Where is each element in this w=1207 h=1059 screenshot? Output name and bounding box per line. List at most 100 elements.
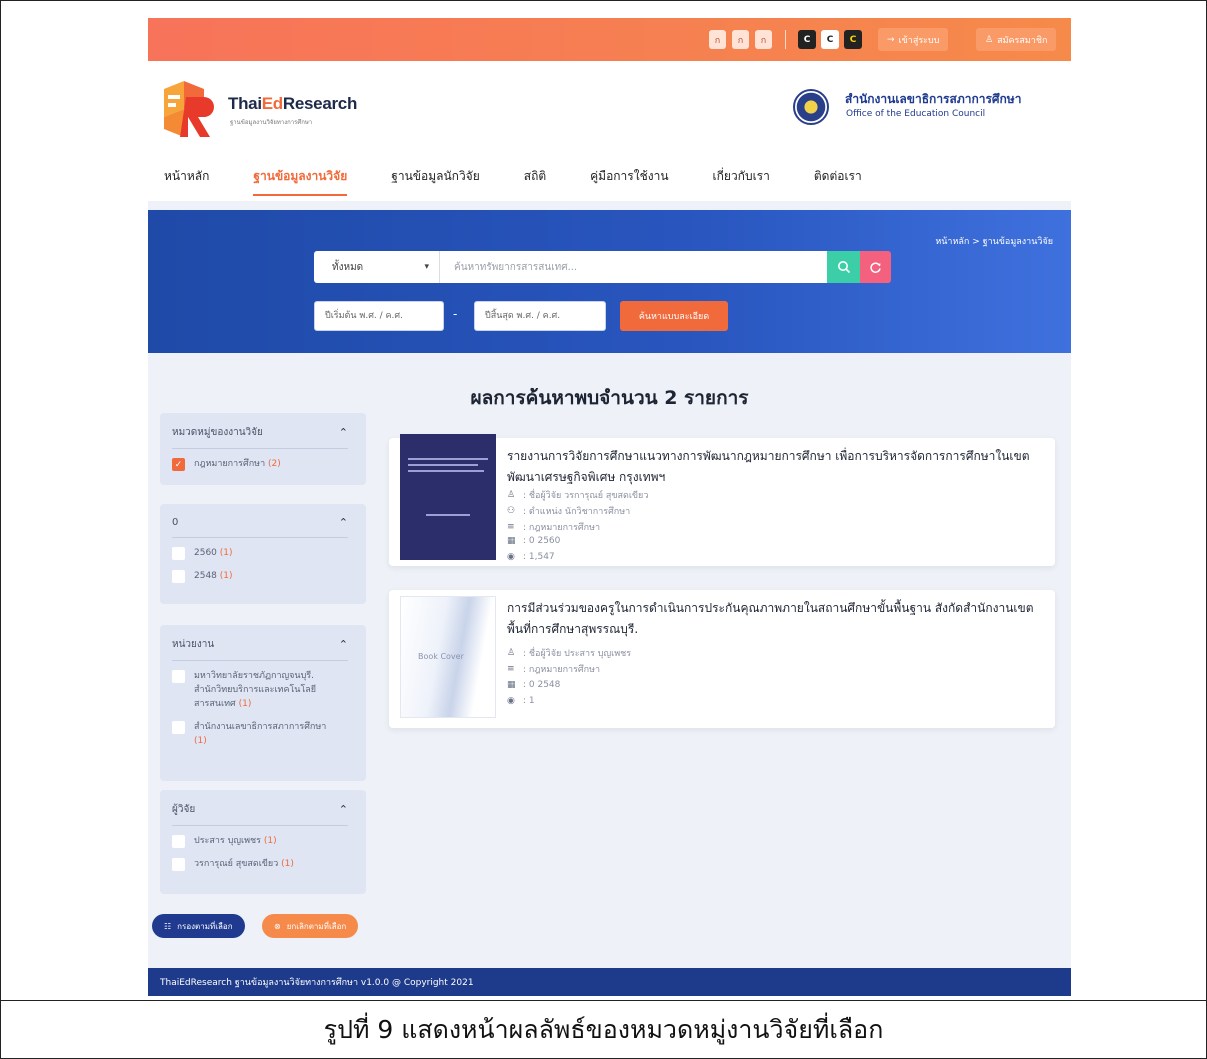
filter-option[interactable]: ประสาร บุญเพชร (1) xyxy=(172,834,354,848)
chevron-up-icon: ⌃ xyxy=(338,426,348,439)
year-start-input[interactable] xyxy=(314,301,444,331)
filter-option-label: กฎหมายการศึกษา (2) xyxy=(194,459,281,469)
category-select[interactable]: ทั้งหมด ▾ xyxy=(314,251,440,283)
cover-line xyxy=(426,514,470,516)
breadcrumb[interactable]: หน้าหลัก > ฐานข้อมูลงานวิจัย xyxy=(935,234,1053,248)
list-icon: ≡ xyxy=(507,664,515,674)
result-card[interactable]: Book Cover การมีส่วนร่วมของครูในการดำเนิ… xyxy=(389,590,1055,728)
clear-icon: ⊗ xyxy=(274,921,281,931)
checkbox[interactable] xyxy=(172,670,185,683)
nav-researcher-database[interactable]: ฐานข้อมูลนักวิจัย xyxy=(391,163,480,196)
filter-option-label: สำนักงานเลขาธิการสภาการศึกษา (1) xyxy=(194,722,327,746)
logo-ed: Ed xyxy=(261,94,283,113)
top-bar: ก ก ก C C C → เข้าสู่ระบบ ♙ สมัครสมาชิก xyxy=(148,18,1071,61)
advanced-search-button[interactable]: ค้นหาแบบละเอียด xyxy=(620,301,728,331)
filter-option-label: มหาวิทยาลัยราชภัฏกาญจนบุรี. สำนักวิทยบริ… xyxy=(194,671,317,709)
filter-option[interactable]: 2560 (1) xyxy=(172,546,354,560)
checkbox[interactable] xyxy=(172,858,185,871)
nav-home[interactable]: หน้าหลัก xyxy=(164,163,209,196)
filter-panel-year: 0 ⌃ 2560 (1) 2548 (1) xyxy=(160,504,366,604)
reset-button[interactable] xyxy=(860,251,891,283)
login-icon: → xyxy=(887,34,895,45)
user-icon: ♙ xyxy=(985,34,994,45)
search-hero: หน้าหลัก > ฐานข้อมูลงานวิจัย ทั้งหมด ▾ -… xyxy=(148,210,1071,353)
filter-header-year[interactable]: 0 ⌃ xyxy=(172,516,348,538)
contrast-dark-button[interactable]: C xyxy=(798,30,816,49)
eye-icon: ◉ xyxy=(507,552,515,562)
filter-option[interactable]: 2548 (1) xyxy=(172,569,354,583)
filter-header-researcher[interactable]: ผู้วิจัย ⌃ xyxy=(172,802,348,826)
logo-suffix: Research xyxy=(282,94,358,113)
book-cover-image[interactable] xyxy=(400,434,496,560)
result-card[interactable]: รายงานการวิจัยการศึกษาแนวทางการพัฒนากฎหม… xyxy=(389,434,1055,566)
book-cover-image[interactable]: Book Cover xyxy=(400,596,496,718)
font-size-large-button[interactable]: ก xyxy=(755,30,772,49)
year-range-dash: - xyxy=(453,307,458,321)
nav-statistics[interactable]: สถิติ xyxy=(524,163,546,196)
user-icon: ♙ xyxy=(507,648,516,658)
login-button[interactable]: → เข้าสู่ระบบ xyxy=(878,28,949,51)
site-logo-text[interactable]: ThaiEdResearch xyxy=(228,94,357,114)
nav-research-database[interactable]: ฐานข้อมูลงานวิจัย xyxy=(253,163,347,196)
filter-title: หมวดหมู่ของงานวิจัย xyxy=(172,427,263,438)
font-size-medium-button[interactable]: ก xyxy=(732,30,749,49)
result-year: ▦: 0 2548 xyxy=(507,680,561,690)
people-icon: ⚇ xyxy=(507,506,516,516)
filter-option-label: ประสาร บุญเพชร (1) xyxy=(194,836,277,846)
search-input[interactable] xyxy=(440,251,827,283)
checkbox-checked-icon[interactable]: ✓ xyxy=(172,458,185,471)
clear-filter-button[interactable]: ⊗ ยกเลิกตามที่เลือก xyxy=(262,914,359,938)
cover-line xyxy=(408,464,478,466)
book-cover-label: Book Cover xyxy=(418,652,464,661)
filter-option[interactable]: ✓ กฎหมายการศึกษา (2) xyxy=(172,457,354,471)
calendar-icon: ▦ xyxy=(507,536,516,546)
search-icon xyxy=(837,261,850,274)
result-position: ⚇: ตำแหน่ง นักวิชาการศึกษา xyxy=(507,506,631,517)
contrast-yellow-button[interactable]: C xyxy=(844,30,862,49)
logo-subtitle: ฐานข้อมูลงานวิจัยทางการศึกษา xyxy=(230,119,313,126)
figure-caption: รูปที่ 9 แสดงหน้าผลลัพธ์ของหมวดหมู่งานวิ… xyxy=(323,1015,884,1044)
chevron-down-icon: ▾ xyxy=(424,262,429,272)
cover-line xyxy=(408,458,488,460)
login-label: เข้าสู่ระบบ xyxy=(898,35,940,46)
filter-option[interactable]: วรการุณย์ สุขสดเขียว (1) xyxy=(172,857,354,871)
nav-about[interactable]: เกี่ยวกับเรา xyxy=(713,163,770,196)
cover-line xyxy=(408,470,484,472)
register-button[interactable]: ♙ สมัครสมาชิก xyxy=(976,28,1057,51)
council-name-thai: สำนักงานเลขาธิการสภาการศึกษา xyxy=(845,92,1022,106)
result-category: ≡: กฎหมายการศึกษา xyxy=(507,522,601,533)
apply-filter-button[interactable]: ☷ กรองตามที่เลือก xyxy=(152,914,245,938)
result-year: ▦: 0 2560 xyxy=(507,536,561,546)
checkbox[interactable] xyxy=(172,570,185,583)
list-icon: ≡ xyxy=(507,522,515,532)
main-nav: หน้าหลัก ฐานข้อมูลงานวิจัย ฐานข้อมูลนักว… xyxy=(164,163,906,196)
filter-title: ผู้วิจัย xyxy=(172,804,196,815)
contrast-light-button[interactable]: C xyxy=(821,30,839,49)
result-researcher: ♙: ชื่อผู้วิจัย วรการุณย์ สุขสดเขียว xyxy=(507,490,649,501)
result-title[interactable]: รายงานการวิจัยการศึกษาแนวทางการพัฒนากฎหม… xyxy=(507,446,1045,488)
topbar-separator xyxy=(785,30,786,49)
nav-manual[interactable]: คู่มือการใช้งาน xyxy=(590,163,668,196)
year-end-input[interactable] xyxy=(474,301,606,331)
filter-header-agency[interactable]: หน่วยงาน ⌃ xyxy=(172,637,348,661)
search-button[interactable] xyxy=(827,251,860,283)
eye-icon: ◉ xyxy=(507,696,515,706)
checkbox[interactable] xyxy=(172,721,185,734)
filter-option[interactable]: สำนักงานเลขาธิการสภาการศึกษา (1) xyxy=(172,720,354,748)
results-count-title: ผลการค้นหาพบจำนวน 2 รายการ xyxy=(470,387,749,409)
nav-contact[interactable]: ติดต่อเรา xyxy=(814,163,862,196)
chevron-up-icon: ⌃ xyxy=(338,803,348,816)
filter-header-category[interactable]: หมวดหมู่ของงานวิจัย ⌃ xyxy=(172,425,348,449)
screenshot: ก ก ก C C C → เข้าสู่ระบบ ♙ สมัครสมาชิก … xyxy=(148,18,1071,996)
font-size-small-button[interactable]: ก xyxy=(709,30,726,49)
filter-option-label: 2560 (1) xyxy=(194,548,233,558)
filter-option-label: 2548 (1) xyxy=(194,571,233,581)
filter-title: 0 xyxy=(172,517,179,528)
filter-panel-agency: หน่วยงาน ⌃ มหาวิทยาลัยราชภัฏกาญจนบุรี. ส… xyxy=(160,625,366,781)
checkbox[interactable] xyxy=(172,547,185,560)
checkbox[interactable] xyxy=(172,835,185,848)
thaiedresearch-logo-icon[interactable] xyxy=(160,79,218,141)
filter-option[interactable]: มหาวิทยาลัยราชภัฏกาญจนบุรี. สำนักวิทยบริ… xyxy=(172,669,354,711)
refresh-icon xyxy=(870,261,881,273)
result-title[interactable]: การมีส่วนร่วมของครูในการดำเนินการประกันค… xyxy=(507,598,1045,640)
